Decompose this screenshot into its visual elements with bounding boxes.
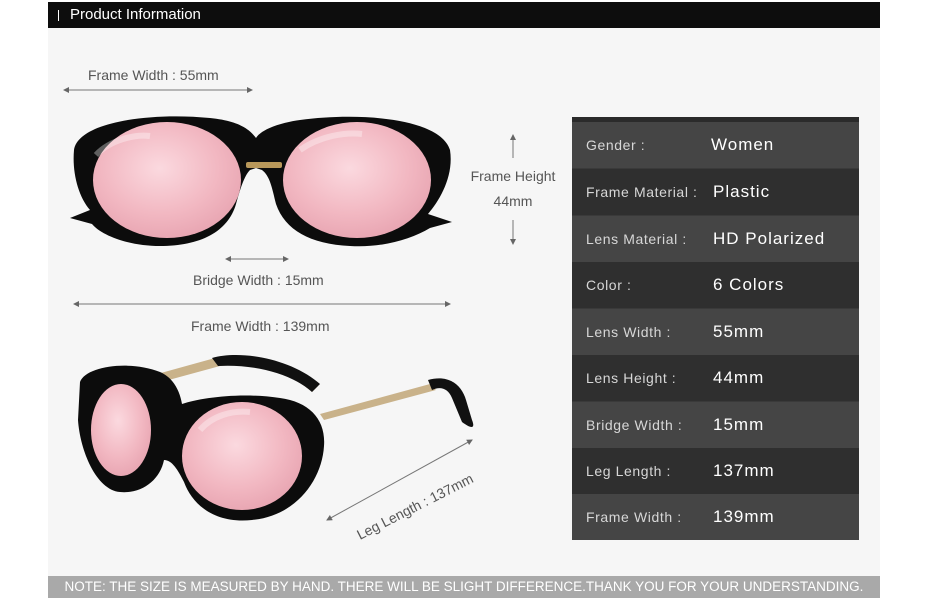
spec-value: 44mm [713,368,765,387]
bridge-width-label: Bridge Width : 15mm [193,272,324,288]
measurement-note: NOTE: THE SIZE IS MEASURED BY HAND. THER… [48,576,880,598]
spec-key: Color : [586,277,632,293]
spec-row-lens-width: Lens Width : 55mm [572,309,859,355]
lens-width-label: Frame Width : 55mm [88,67,219,83]
spec-value: Women [711,135,775,154]
right-lens-front [283,122,431,238]
frame-height-label: Frame Height [471,168,556,184]
sunglasses-side-view [78,355,474,521]
spec-value: 55mm [713,322,765,341]
spec-key: Lens Material : [586,231,687,247]
spec-row-frame-width: Frame Width : 139mm [572,494,859,540]
spec-row-color: Color : 6 Colors [572,262,859,308]
spec-row-frame-material: Frame Material : Plastic [572,169,859,215]
spec-key: Lens Height : [586,370,677,386]
spec-row-gender: Gender : Women [572,122,859,168]
left-lens-side [91,384,151,476]
spec-row-bridge-width: Bridge Width : 15mm [572,402,859,448]
right-lens-side [182,402,302,510]
spec-table: Gender : Women Frame Material : Plastic … [572,117,859,540]
spec-key: Leg Length : [586,463,672,479]
spec-row-lens-height: Lens Height : 44mm [572,355,859,401]
spec-value: Plastic [713,182,771,201]
spec-key: Gender : [586,137,646,153]
spec-key: Frame Width : [586,509,682,525]
spec-value: 6 Colors [713,275,785,294]
spec-row-lens-material: Lens Material : HD Polarized [572,216,859,262]
spec-row-leg-length: Leg Length : 137mm [572,448,859,494]
bridge-bar [246,162,282,168]
spec-key: Lens Width : [586,324,672,340]
leg-length-label: Leg Length : 137mm [354,470,476,543]
spec-key: Frame Material : [586,184,698,200]
spec-value: 137mm [713,461,775,480]
spec-value: 139mm [713,507,775,526]
frame-width-label: Frame Width : 139mm [191,318,329,334]
spec-key: Bridge Width : [586,417,683,433]
spec-value: HD Polarized [713,229,826,248]
frame-height-value: 44mm [494,193,533,209]
spec-value: 15mm [713,415,765,434]
sunglasses-front-view [70,116,452,247]
